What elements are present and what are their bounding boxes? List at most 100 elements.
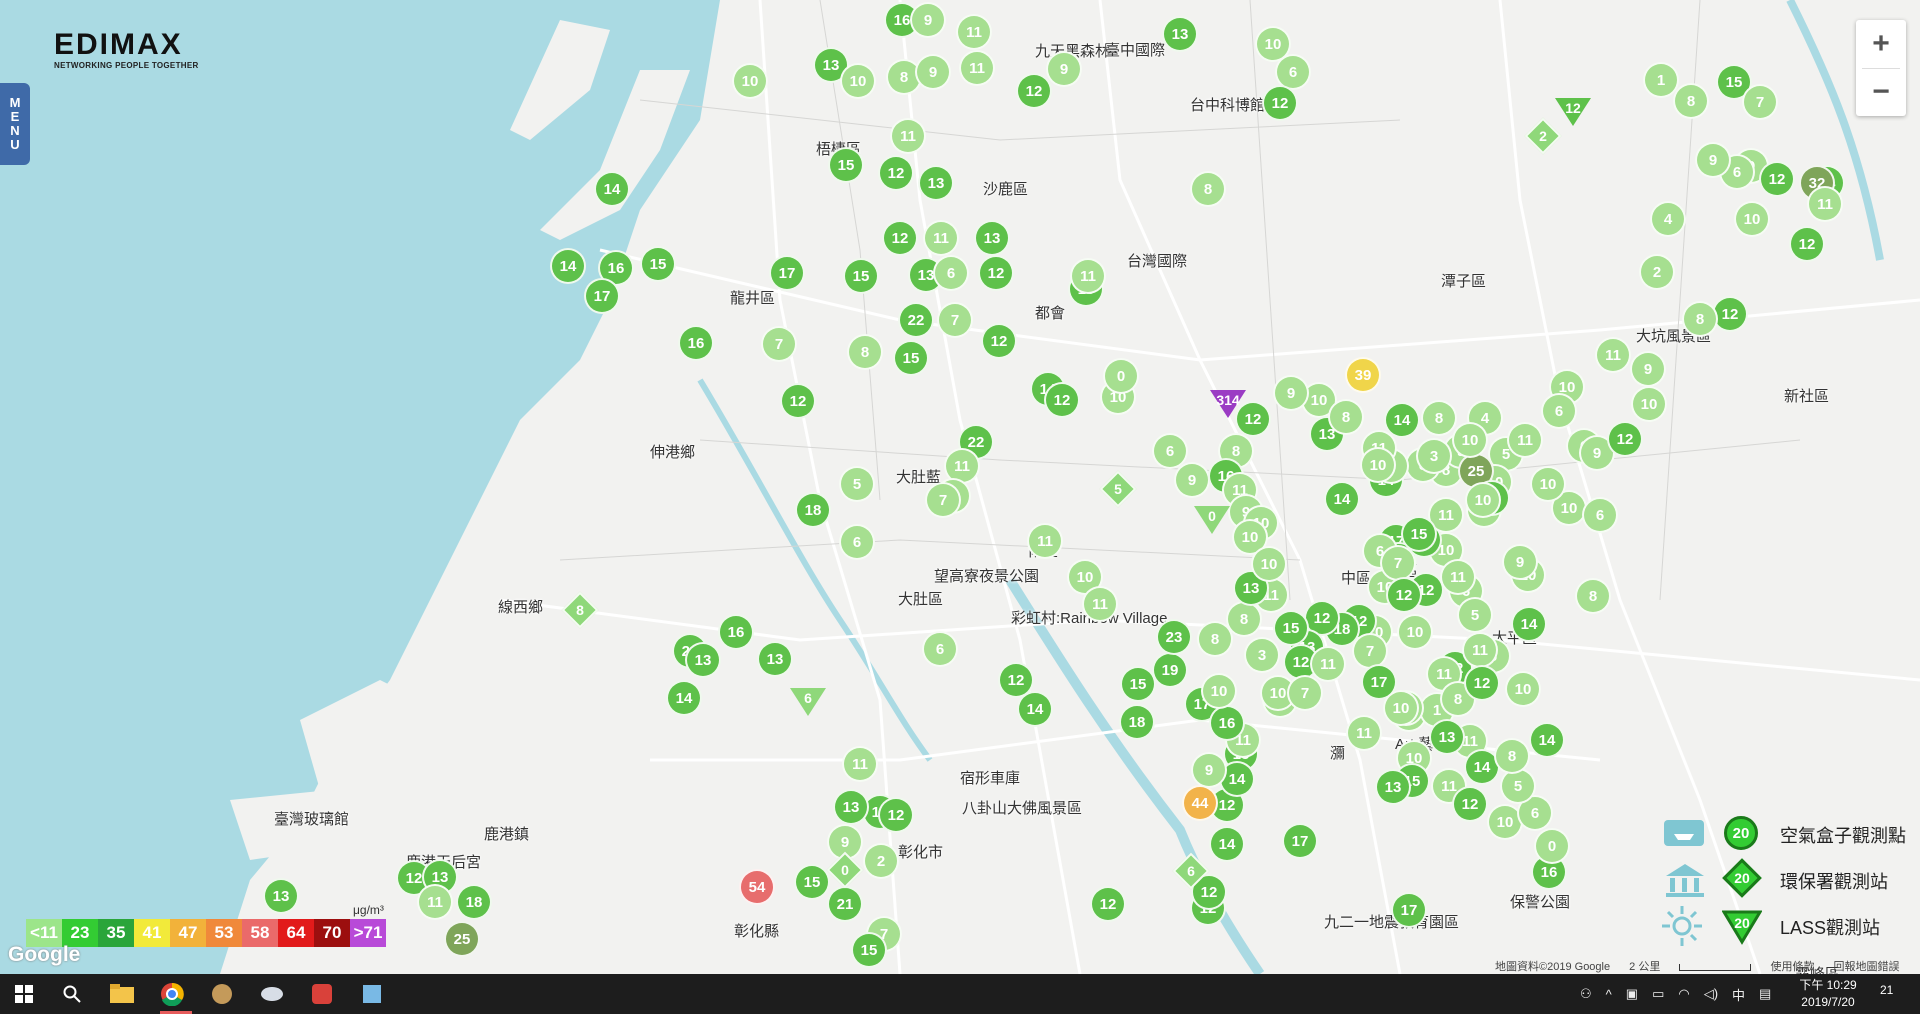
app-icon[interactable] [358,980,386,1008]
edimax-logo[interactable]: EDIMAX NETWORKING PEOPLE TOGETHER [54,30,199,71]
airbox-marker[interactable]: 19 [1152,652,1188,688]
airbox-marker[interactable]: 14 [550,248,586,284]
battery-icon[interactable]: ▭ [1652,986,1664,1002]
airbox-marker[interactable]: 11 [1082,586,1118,622]
airbox-marker[interactable]: 10 [1251,546,1287,582]
airbox-marker[interactable]: 22 [898,302,934,338]
airbox-marker[interactable]: 44 [1182,785,1218,821]
airbox-marker[interactable]: 10 [732,63,768,99]
airbox-marker[interactable]: 14 [1209,826,1245,862]
airbox-marker[interactable]: 14 [1529,722,1565,758]
airbox-marker[interactable]: 7 [1742,84,1778,120]
airbox-marker[interactable]: 4 [1650,201,1686,237]
airbox-marker[interactable]: 10 [1631,386,1667,422]
volume-icon[interactable]: ◁) [1704,986,1718,1002]
zoom-in-button[interactable]: + [1856,20,1906,68]
airbox-marker[interactable]: 12 [1452,786,1488,822]
airbox-marker[interactable]: 10 [1452,422,1488,458]
airbox-marker[interactable]: 11 [417,884,453,920]
search-icon[interactable] [58,980,86,1008]
app-icon[interactable] [258,980,286,1008]
airbox-marker[interactable]: 15 [640,246,676,282]
airbox-marker[interactable]: 8 [1494,738,1530,774]
airbox-marker[interactable]: 15 [1273,610,1309,646]
airbox-marker[interactable]: 13 [685,642,721,678]
airbox-marker[interactable]: 14 [1324,481,1360,517]
airbox-marker[interactable]: 10 [1397,614,1433,650]
airbox-marker[interactable]: 18 [795,492,831,528]
airbox-marker[interactable]: 12 [878,155,914,191]
airbox-marker[interactable]: 39 [1345,357,1381,393]
airbox-marker[interactable]: 17 [1282,823,1318,859]
airbox-marker[interactable]: 12 [1386,577,1422,613]
report-error-link[interactable]: 回報地圖錯誤 [1834,961,1900,973]
airbox-marker[interactable]: 14 [1384,402,1420,438]
security-icon[interactable]: ▣ [1626,986,1638,1002]
airbox-marker[interactable]: 11 [1346,715,1382,751]
airbox-marker[interactable]: 10 [1734,201,1770,237]
airbox-marker[interactable]: 7 [1287,675,1323,711]
airbox-marker[interactable]: 6 [1582,497,1618,533]
airbox-marker[interactable]: 8 [1682,301,1718,337]
airbox-marker[interactable]: 11 [1027,523,1063,559]
airbox-marker[interactable]: 3 [1244,637,1280,673]
airbox-marker[interactable]: 10 [1201,673,1237,709]
airbox-marker[interactable]: 17 [1391,892,1427,928]
airbox-marker[interactable]: 11 [1070,258,1106,294]
airbox-marker[interactable]: 11 [890,118,926,154]
airbox-marker[interactable]: 13 [833,789,869,825]
airbox-marker[interactable]: 11 [842,746,878,782]
airbox-marker[interactable]: 16 [1209,705,1245,741]
menu-button[interactable]: MENU [0,83,30,165]
airbox-marker[interactable]: 17 [584,278,620,314]
airbox-marker[interactable]: 23 [1156,619,1192,655]
airbox-marker[interactable]: 7 [761,326,797,362]
airbox-marker[interactable]: 5 [1500,768,1536,804]
airbox-marker[interactable]: 8 [1421,400,1457,436]
airbox-marker[interactable]: 11 [1310,646,1346,682]
airbox-marker[interactable]: 10 [1360,447,1396,483]
airbox-marker[interactable]: 15 [828,147,864,183]
people-icon[interactable]: ⚇ [1580,986,1592,1002]
airbox-marker[interactable]: 9 [1695,142,1731,178]
airbox-marker[interactable]: 9 [1191,752,1227,788]
airbox-marker[interactable]: 12 [1607,421,1643,457]
airbox-marker[interactable]: 21 [827,886,863,922]
airbox-marker[interactable]: 16 [678,325,714,361]
airbox-marker[interactable]: 13 [1162,16,1198,52]
airbox-marker[interactable]: 12 [1090,886,1126,922]
airbox-marker[interactable]: 15 [1401,516,1437,552]
airbox-marker[interactable]: 16 [718,614,754,650]
airbox-marker[interactable]: 6 [839,524,875,560]
airbox-marker[interactable]: 5 [839,466,875,502]
airbox-marker[interactable]: 14 [666,680,702,716]
airbox-marker[interactable]: 18 [456,884,492,920]
airbox-marker[interactable]: 11 [1507,422,1543,458]
airbox-marker[interactable]: 15 [893,340,929,376]
airbox-marker[interactable]: 11 [1462,632,1498,668]
airbox-marker[interactable]: 11 [1807,186,1843,222]
airbox-marker[interactable]: 12 [1016,73,1052,109]
chevron-up-icon[interactable]: ^ [1606,987,1612,1002]
airbox-marker[interactable]: 11 [959,50,995,86]
airbox-marker[interactable]: 9 [1174,462,1210,498]
airbox-marker[interactable]: 12 [981,323,1017,359]
airbox-marker[interactable]: 8 [1197,621,1233,657]
app-icon[interactable] [308,980,336,1008]
airbox-marker[interactable]: 3 [1416,438,1452,474]
airbox-marker[interactable]: 9 [910,2,946,38]
airbox-marker[interactable]: 54 [739,869,775,905]
airbox-marker[interactable]: 11 [956,14,992,50]
airbox-marker[interactable]: 9 [915,54,951,90]
airbox-marker[interactable]: 6 [922,631,958,667]
wifi-icon[interactable]: ◠ [1678,986,1689,1002]
airbox-marker[interactable]: 13 [1429,719,1465,755]
airbox-marker[interactable]: 8 [1575,578,1611,614]
airbox-marker[interactable]: 12 [878,797,914,833]
file-explorer-icon[interactable] [108,980,136,1008]
airbox-marker[interactable]: 8 [847,334,883,370]
airbox-marker[interactable]: 12 [978,255,1014,291]
airbox-marker[interactable]: 12 [1262,85,1298,121]
keyboard-icon[interactable]: ▤ [1759,986,1771,1002]
airbox-marker[interactable]: 8 [1673,83,1709,119]
